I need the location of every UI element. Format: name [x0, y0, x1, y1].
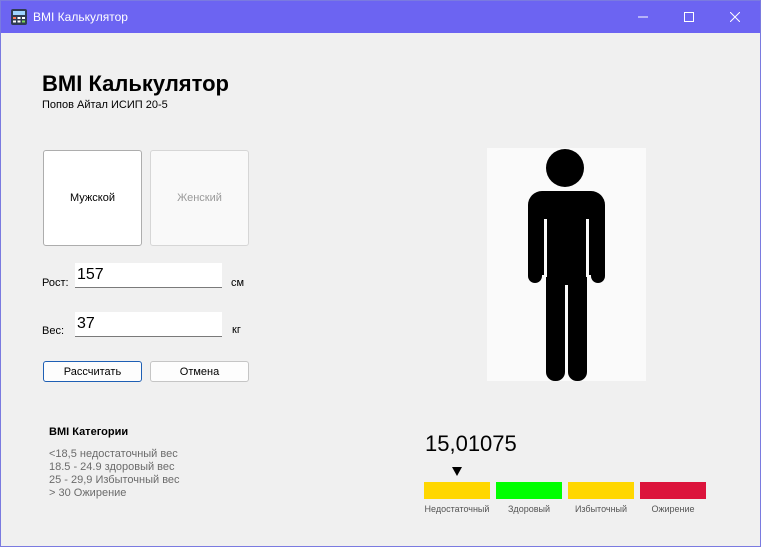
weight-unit: кг — [232, 324, 241, 336]
author-subtitle: Попов Айтал ИСИП 20-5 — [42, 99, 168, 111]
close-button[interactable] — [712, 1, 758, 33]
window-title: BMI Калькулятор — [33, 10, 128, 24]
category-line: 25 - 29,9 Избыточный вес — [49, 474, 180, 486]
cancel-button[interactable]: Отмена — [150, 361, 249, 382]
page-title: BMI Калькулятор — [42, 71, 229, 96]
weight-label: Вес: — [42, 325, 65, 337]
category-line: 18.5 - 24.9 здоровый вес — [49, 461, 175, 473]
scale-bar-healthy — [496, 482, 562, 499]
scale-bar-underweight — [424, 482, 490, 499]
categories-title: BMI Категории — [49, 426, 129, 438]
category-line: > 30 Ожирение — [49, 487, 127, 499]
minimize-icon — [638, 16, 648, 18]
maximize-icon — [684, 12, 694, 22]
male-figure-icon — [528, 149, 605, 381]
minimize-button[interactable] — [620, 1, 666, 33]
scale-bar-overweight — [568, 482, 634, 499]
scale-bar-obesity — [640, 482, 706, 499]
male-button[interactable]: Мужской — [43, 150, 142, 246]
bmi-result-value: 15,01075 — [425, 431, 517, 456]
title-bar[interactable]: BMI Калькулятор — [1, 1, 760, 33]
calculator-app-icon — [11, 9, 27, 25]
weight-input[interactable] — [75, 312, 222, 337]
height-input[interactable] — [75, 263, 222, 288]
height-label: Рост: — [42, 277, 69, 289]
maximize-button[interactable] — [666, 1, 712, 33]
category-line: <18,5 недостаточный вес — [49, 448, 178, 460]
scale-label-obesity: Ожирение — [651, 504, 695, 514]
bmi-marker-icon — [452, 467, 462, 476]
height-unit: см — [231, 277, 245, 289]
app-window: BMI Калькулятор BMI Калькулятор Попов Ай… — [0, 0, 761, 547]
calculate-button[interactable]: Рассчитать — [43, 361, 142, 382]
figure-panel — [487, 148, 646, 381]
close-icon — [730, 12, 740, 22]
female-button[interactable]: Женский — [150, 150, 249, 246]
